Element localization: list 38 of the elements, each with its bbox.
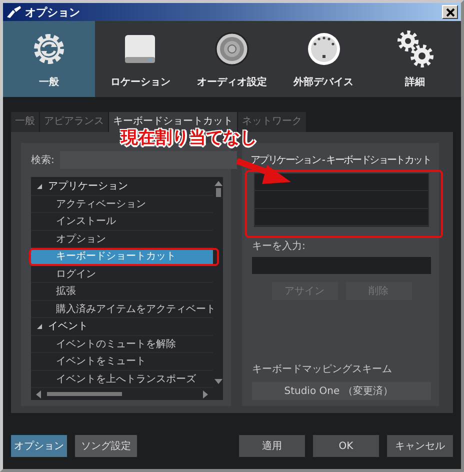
category-tab[interactable]: 詳細 — [369, 21, 461, 97]
scheme-dropdown[interactable]: Studio One （変更済） — [252, 382, 431, 400]
search-field[interactable] — [60, 151, 238, 169]
down-arrow-icon — [214, 379, 222, 385]
window-title: オプション — [25, 4, 81, 20]
tree-item[interactable]: イベントのミュートを解除 — [31, 336, 213, 353]
tree-item[interactable]: アクティベーション — [31, 196, 213, 213]
tree-item[interactable]: インストール — [31, 213, 213, 230]
scroll-thumb[interactable] — [47, 392, 122, 396]
close-icon — [446, 8, 454, 16]
tree-item[interactable]: イベントを上へトランスポーズ — [31, 370, 213, 388]
tree-item[interactable]: ログイン — [31, 266, 213, 283]
gears-icon — [395, 29, 436, 69]
up-arrow-icon — [214, 180, 222, 186]
category-tab[interactable]: 一般 — [3, 21, 95, 97]
tree-item[interactable]: イベントをミュート — [31, 353, 213, 370]
key-label: キーを入力: — [252, 240, 306, 253]
list-title: アプリケーション - キーボードショートカット — [249, 154, 432, 167]
category-tab[interactable]: オーディオ設定 — [186, 21, 278, 97]
tree-item[interactable]: オプション — [31, 230, 213, 248]
category-tab[interactable]: ロケーション — [94, 21, 186, 97]
dialog-button[interactable]: OK — [313, 435, 379, 457]
scroll-thumb[interactable] — [216, 188, 220, 197]
search-label: 検索: — [31, 154, 54, 167]
key-field[interactable] — [252, 257, 431, 274]
tree-item[interactable]: イベント — [48, 318, 88, 335]
tree-item[interactable]: 拡張 — [31, 283, 213, 300]
close-button[interactable] — [442, 5, 458, 19]
dialog-button[interactable]: キャンセル — [387, 435, 453, 457]
footer-tab[interactable]: オプション — [11, 435, 67, 457]
category-tab[interactable]: 外部デバイス — [278, 21, 370, 97]
right-arrow-icon — [203, 390, 209, 398]
mapping-label: キーボードマッピングスキーム — [252, 363, 393, 376]
left-arrow-icon — [35, 390, 41, 398]
dialog-button[interactable]: 適用 — [239, 435, 305, 457]
app-icon — [6, 5, 22, 19]
footer-tab[interactable]: ソング設定 — [75, 435, 137, 457]
tree-item[interactable]: アプリケーション — [48, 178, 128, 195]
